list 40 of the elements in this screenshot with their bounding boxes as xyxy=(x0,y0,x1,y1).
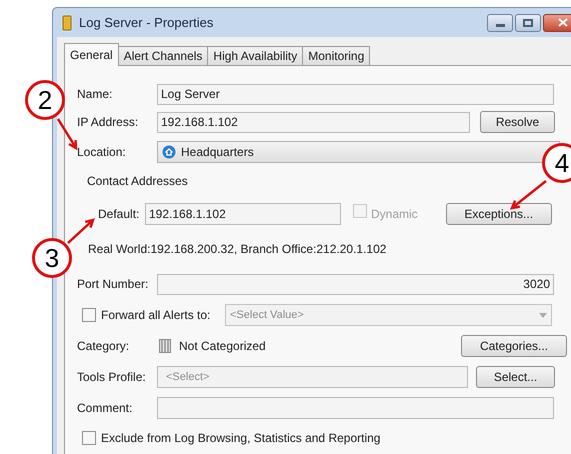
minimize-button[interactable] xyxy=(487,14,513,32)
categories-button[interactable]: Categories... xyxy=(461,335,567,357)
callout-number: 3 xyxy=(32,238,72,278)
callout-number: 2 xyxy=(25,80,65,120)
category-icon xyxy=(159,339,171,353)
default-address-field[interactable]: 192.168.1.102 xyxy=(145,203,341,225)
forward-alerts-label: Forward all Alerts to: xyxy=(101,307,212,324)
contact-addresses-summary: Real World:192.168.200.32, Branch Office:212.20.1.102 xyxy=(88,242,386,256)
comment-field[interactable] xyxy=(157,397,554,419)
exclude-label: Exclude from Log Browsing, Statistics and Reporting xyxy=(101,430,380,447)
port-number-label: Port Number: xyxy=(77,276,150,293)
exclude-checkbox[interactable] xyxy=(82,431,96,445)
tab[interactable]: General xyxy=(64,43,119,66)
location-label: Location: xyxy=(77,144,127,161)
contact-addresses-heading: Contact Addresses xyxy=(87,174,188,188)
log-icon xyxy=(61,14,73,30)
select-button[interactable]: Select... xyxy=(476,366,555,388)
dynamic-label: Dynamic xyxy=(371,206,418,223)
name-label: Name: xyxy=(77,86,114,103)
close-icon xyxy=(558,18,568,27)
ip-address-label: IP Address: xyxy=(77,114,140,131)
tab[interactable]: High Availability xyxy=(207,46,304,66)
category-value: Not Categorized xyxy=(179,338,266,355)
default-label: Default: xyxy=(98,206,140,223)
home-icon xyxy=(162,145,176,159)
comment-label: Comment: xyxy=(77,400,134,417)
caret-icon xyxy=(539,312,547,318)
ip-address-field[interactable]: 192.168.1.102 xyxy=(157,112,470,132)
maximize-button[interactable] xyxy=(515,14,541,32)
tab[interactable]: Alert Channels xyxy=(118,46,208,66)
category-label: Category: xyxy=(77,338,130,355)
window-title: Log Server - Properties xyxy=(79,14,214,32)
forward-alerts-checkbox[interactable] xyxy=(82,308,96,322)
tab[interactable]: Monitoring xyxy=(302,46,370,66)
tools-profile-label: Tools Profile: xyxy=(77,369,147,386)
port-number-field[interactable]: 3020 xyxy=(157,274,554,294)
exceptions-button[interactable]: Exceptions... xyxy=(446,203,552,225)
name-field[interactable]: Log Server xyxy=(157,84,554,104)
close-button[interactable] xyxy=(543,14,571,32)
resolve-button[interactable]: Resolve xyxy=(480,111,555,133)
